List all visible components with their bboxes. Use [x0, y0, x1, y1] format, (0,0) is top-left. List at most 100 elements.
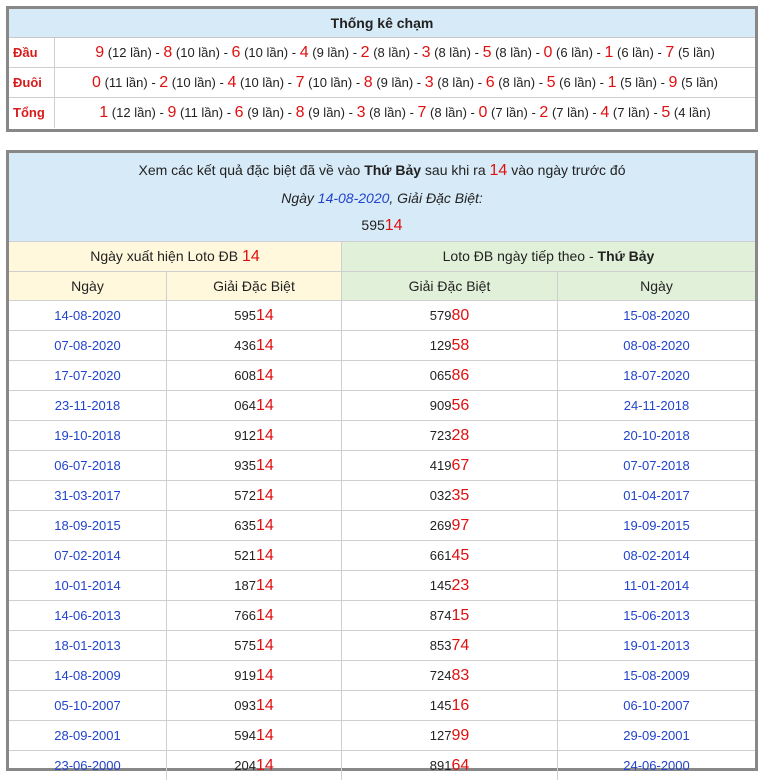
date-cell[interactable]: 05-10-2007: [9, 691, 167, 720]
cham-count: (8 lần): [495, 45, 532, 60]
next-date-cell[interactable]: 07-07-2018: [558, 451, 755, 480]
date-cell[interactable]: 18-01-2013: [9, 631, 167, 660]
next-date-cell[interactable]: 11-01-2014: [558, 571, 755, 600]
results-header: Xem các kết quả đặc biệt đã về vào Thứ B…: [9, 153, 755, 242]
table-row: 14-08-2020 59514 57980 15-08-2020: [9, 301, 755, 331]
cham-digit: 4: [299, 44, 309, 61]
cham-digit: 0: [92, 74, 101, 91]
cham-row: Tổng 1 (12 lần) - 9 (11 lần) - 6 (9 lần) …: [9, 98, 755, 128]
col-header-date-2: Ngày: [558, 272, 755, 300]
next-prize-cell: 89164: [342, 751, 558, 780]
cham-count: (9 lần): [376, 75, 414, 90]
cham-digit: 3: [356, 104, 366, 121]
next-date-cell[interactable]: 08-08-2020: [558, 331, 755, 360]
next-date-cell[interactable]: 18-07-2020: [558, 361, 755, 390]
cham-row-values: 0 (11 lần) - 2 (10 lần) - 4 (10 lần) - 7…: [92, 74, 718, 91]
date-cell[interactable]: 14-08-2020: [9, 301, 167, 330]
prize-cell: 06414: [167, 391, 342, 420]
cham-count: (8 lần): [373, 45, 411, 60]
next-date-cell[interactable]: 24-06-2000: [558, 751, 755, 780]
cham-count: (7 lần): [491, 105, 528, 120]
cham-digit: 3: [421, 44, 431, 61]
next-prize-cell: 57980: [342, 301, 558, 330]
cham-row-label: Đầu: [9, 38, 55, 67]
cham-digit: 2: [539, 104, 549, 121]
date-cell[interactable]: 19-10-2018: [9, 421, 167, 450]
cham-digit: 9: [95, 44, 105, 61]
date-cell[interactable]: 18-09-2015: [9, 511, 167, 540]
next-date-cell[interactable]: 15-08-2020: [558, 301, 755, 330]
cham-digit: 7: [417, 104, 427, 121]
date-cell[interactable]: 31-03-2017: [9, 481, 167, 510]
date-cell[interactable]: 07-02-2014: [9, 541, 167, 570]
table-row: 23-06-2000 20414 89164 24-06-2000: [9, 751, 755, 780]
next-date-cell[interactable]: 24-11-2018: [558, 391, 755, 420]
prize-cell: 91214: [167, 421, 342, 450]
date-cell[interactable]: 17-07-2020: [9, 361, 167, 390]
cham-row-label: Tổng: [9, 98, 55, 128]
date-cell[interactable]: 14-08-2009: [9, 661, 167, 690]
date-cell[interactable]: 23-11-2018: [9, 391, 167, 420]
date-cell[interactable]: 23-06-2000: [9, 751, 167, 780]
date-cell[interactable]: 10-01-2014: [9, 571, 167, 600]
cham-count: (10 lần): [175, 45, 220, 60]
next-date-cell[interactable]: 19-09-2015: [558, 511, 755, 540]
cham-digit: 5: [482, 44, 492, 61]
next-date-cell[interactable]: 15-06-2013: [558, 601, 755, 630]
header-date: 14-08-2020: [317, 190, 390, 206]
left-section-title: Ngày xuất hiện Loto ĐB 14: [9, 242, 342, 271]
table-row: 07-02-2014 52114 66145 08-02-2014: [9, 541, 755, 571]
date-cell[interactable]: 06-07-2018: [9, 451, 167, 480]
next-date-cell[interactable]: 19-01-2013: [558, 631, 755, 660]
header-day: Thứ Bảy: [364, 162, 422, 178]
column-headers: Ngày Giải Đặc Biệt Giải Đặc Biệt Ngày: [9, 272, 755, 301]
header-line-1: Xem các kết quả đặc biệt đã về vào Thứ B…: [138, 162, 626, 179]
section-headers: Ngày xuất hiện Loto ĐB 14 Loto ĐB ngày t…: [9, 242, 755, 272]
next-prize-cell: 72483: [342, 661, 558, 690]
cham-row-values: 1 (12 lần) - 9 (11 lần) - 6 (9 lần) - 8 …: [99, 104, 711, 121]
next-date-cell[interactable]: 15-08-2009: [558, 661, 755, 690]
prize-cell: 76614: [167, 601, 342, 630]
cham-count: (7 lần): [612, 105, 650, 120]
cham-digit: 6: [485, 74, 495, 91]
next-date-cell[interactable]: 01-04-2017: [558, 481, 755, 510]
cham-digit: 5: [546, 74, 556, 91]
next-prize-cell: 03235: [342, 481, 558, 510]
next-prize-cell: 66145: [342, 541, 558, 570]
cham-count: (9 lần): [312, 45, 350, 60]
date-cell[interactable]: 14-06-2013: [9, 601, 167, 630]
table-row: 14-08-2009 91914 72483 15-08-2009: [9, 661, 755, 691]
cham-count: (6 lần): [559, 75, 597, 90]
cham-count: (10 lần): [244, 45, 289, 60]
cham-count: (8 lần): [434, 45, 471, 60]
prize-cell: 60814: [167, 361, 342, 390]
prize-cell: 43614: [167, 331, 342, 360]
cham-count: (7 lần): [551, 105, 589, 120]
date-cell[interactable]: 28-09-2001: [9, 721, 167, 750]
header-loto: 14: [489, 162, 508, 179]
table-row: 14-06-2013 76614 87415 15-06-2013: [9, 601, 755, 631]
cham-count: (12 lần): [107, 45, 152, 60]
table-row: 10-01-2014 18714 14523 11-01-2014: [9, 571, 755, 601]
cham-count: (10 lần): [171, 75, 216, 90]
col-header-date-1: Ngày: [9, 272, 167, 300]
cham-count: (4 lần): [673, 105, 711, 120]
next-prize-cell: 14523: [342, 571, 558, 600]
prize-cell: 91914: [167, 661, 342, 690]
cham-digit: 1: [99, 104, 109, 121]
cham-count: (8 lần): [437, 75, 475, 90]
next-date-cell[interactable]: 29-09-2001: [558, 721, 755, 750]
cham-digit: 4: [227, 74, 237, 91]
next-date-cell[interactable]: 06-10-2007: [558, 691, 755, 720]
next-date-cell[interactable]: 08-02-2014: [558, 541, 755, 570]
date-cell[interactable]: 07-08-2020: [9, 331, 167, 360]
next-date-cell[interactable]: 20-10-2018: [558, 421, 755, 450]
cham-count: (8 lần): [498, 75, 536, 90]
cham-digit: 0: [543, 44, 553, 61]
cham-digit: 9: [668, 74, 678, 91]
cham-count: (6 lần): [556, 45, 593, 60]
table-row: 07-08-2020 43614 12958 08-08-2020: [9, 331, 755, 361]
cham-count: (9 lần): [247, 105, 285, 120]
cham-count: (5 lần): [681, 75, 718, 90]
prize-cell: 52114: [167, 541, 342, 570]
